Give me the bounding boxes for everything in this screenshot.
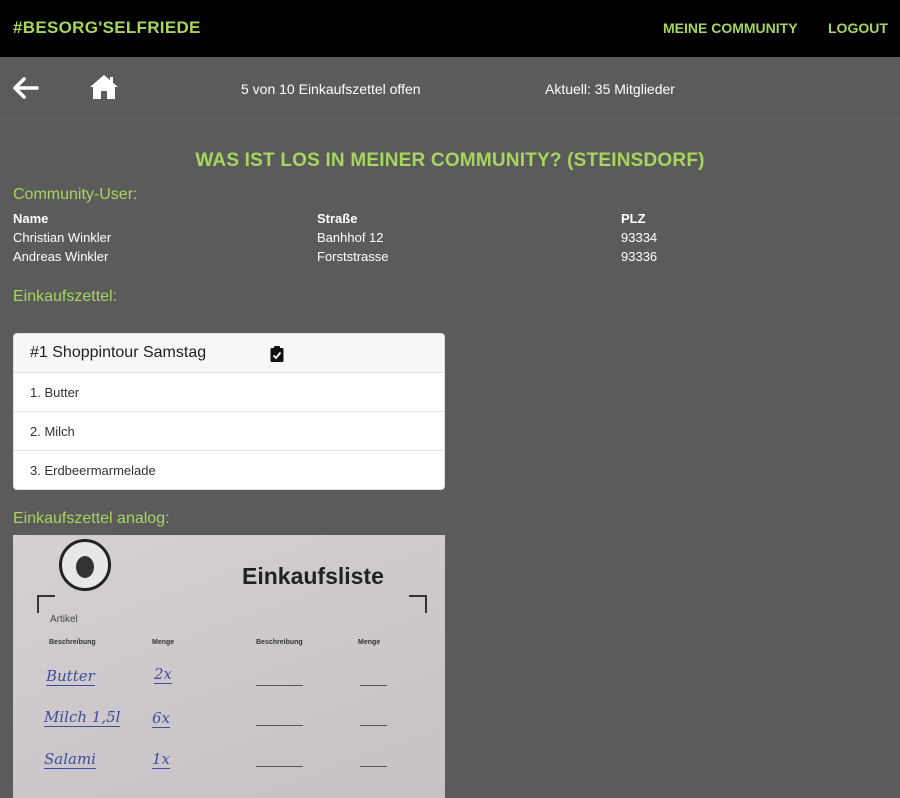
column-header-name: Name [13, 211, 49, 226]
column-header-zip: PLZ [621, 211, 646, 226]
paper-section-label: Artikel [50, 614, 78, 625]
paper-col-desc: Beschreibung [49, 639, 96, 646]
user-street: Banhhof 12 [317, 230, 384, 245]
corner-mark [409, 595, 427, 613]
members-count: Aktuell: 35 Mitglieder [545, 81, 675, 97]
sub-toolbar: 5 von 10 Einkaufszettel offen Aktuell: 3… [0, 57, 900, 119]
clipboard-check-icon[interactable] [270, 346, 284, 362]
handwritten-desc: Butter [46, 667, 95, 686]
shopping-list-card[interactable]: #1 Shoppintour Samstag 1. Butter 2. Milc… [13, 333, 445, 490]
community-users-label: Community-User: [13, 186, 138, 203]
brand-logo[interactable]: #BESORG'SELFRIEDE [13, 18, 201, 38]
blank-line [360, 766, 387, 767]
blank-line [360, 725, 387, 726]
brand-seal-logo [59, 539, 111, 591]
blank-line [256, 766, 303, 767]
table-row: Andreas Winkler Forststrasse 93336 [13, 249, 893, 268]
blank-line [360, 685, 387, 686]
paper-heading: Einkaufsliste [242, 563, 384, 589]
table-header-row: Name Straße PLZ [13, 211, 893, 230]
user-street: Forststrasse [317, 249, 389, 264]
paper-col-qty-2: Menge [358, 639, 381, 646]
handwritten-qty: 6x [152, 709, 171, 728]
handwritten-qty: 1x [152, 750, 171, 769]
card-title: #1 Shoppintour Samstag [30, 344, 207, 361]
arrow-left-icon[interactable] [13, 77, 39, 99]
analog-list-photo: Einkaufsliste Artikel Beschreibung Menge… [13, 535, 445, 798]
blank-line [256, 725, 303, 726]
column-header-street: Straße [317, 211, 358, 226]
table-row: Christian Winkler Banhhof 12 93334 [13, 230, 893, 249]
analog-list-label: Einkaufszettel analog: [13, 510, 170, 527]
list-item-label: 2. Milch [30, 424, 75, 439]
home-icon[interactable] [89, 74, 119, 100]
paper-col-qty: Menge [152, 639, 175, 646]
nav-logout[interactable]: LOGOUT [828, 20, 888, 36]
user-table: Name Straße PLZ Christian Winkler Banhho… [13, 211, 893, 268]
blank-line [256, 685, 303, 686]
paper-col-desc-2: Beschreibung [256, 639, 303, 646]
card-header: #1 Shoppintour Samstag [14, 334, 444, 373]
user-zip: 93334 [621, 230, 658, 245]
list-item-label: 1. Butter [30, 385, 80, 400]
handwritten-desc: Salami [44, 750, 96, 769]
user-name: Andreas Winkler [13, 249, 109, 264]
list-item-label: 3. Erdbeermarmelade [30, 463, 156, 478]
shopping-lists-label: Einkaufszettel: [13, 288, 118, 305]
user-name: Christian Winkler [13, 230, 112, 245]
list-item[interactable]: 3. Erdbeermarmelade [14, 451, 444, 489]
user-zip: 93336 [621, 249, 658, 264]
list-item[interactable]: 1. Butter [14, 373, 444, 412]
nav-meine-community[interactable]: MEINE COMMUNITY [663, 20, 798, 36]
corner-mark [37, 595, 55, 613]
handwritten-qty: 2x [154, 665, 173, 684]
open-lists-count: 5 von 10 Einkaufszettel offen [241, 81, 421, 97]
page-title: WAS IST LOS IN MEINER COMMUNITY? (STEINS… [195, 150, 705, 171]
handwritten-desc: Milch 1,5l [44, 708, 121, 727]
top-navbar: #BESORG'SELFRIEDE MEINE COMMUNITY LOGOUT [0, 0, 900, 57]
list-item[interactable]: 2. Milch [14, 412, 444, 451]
